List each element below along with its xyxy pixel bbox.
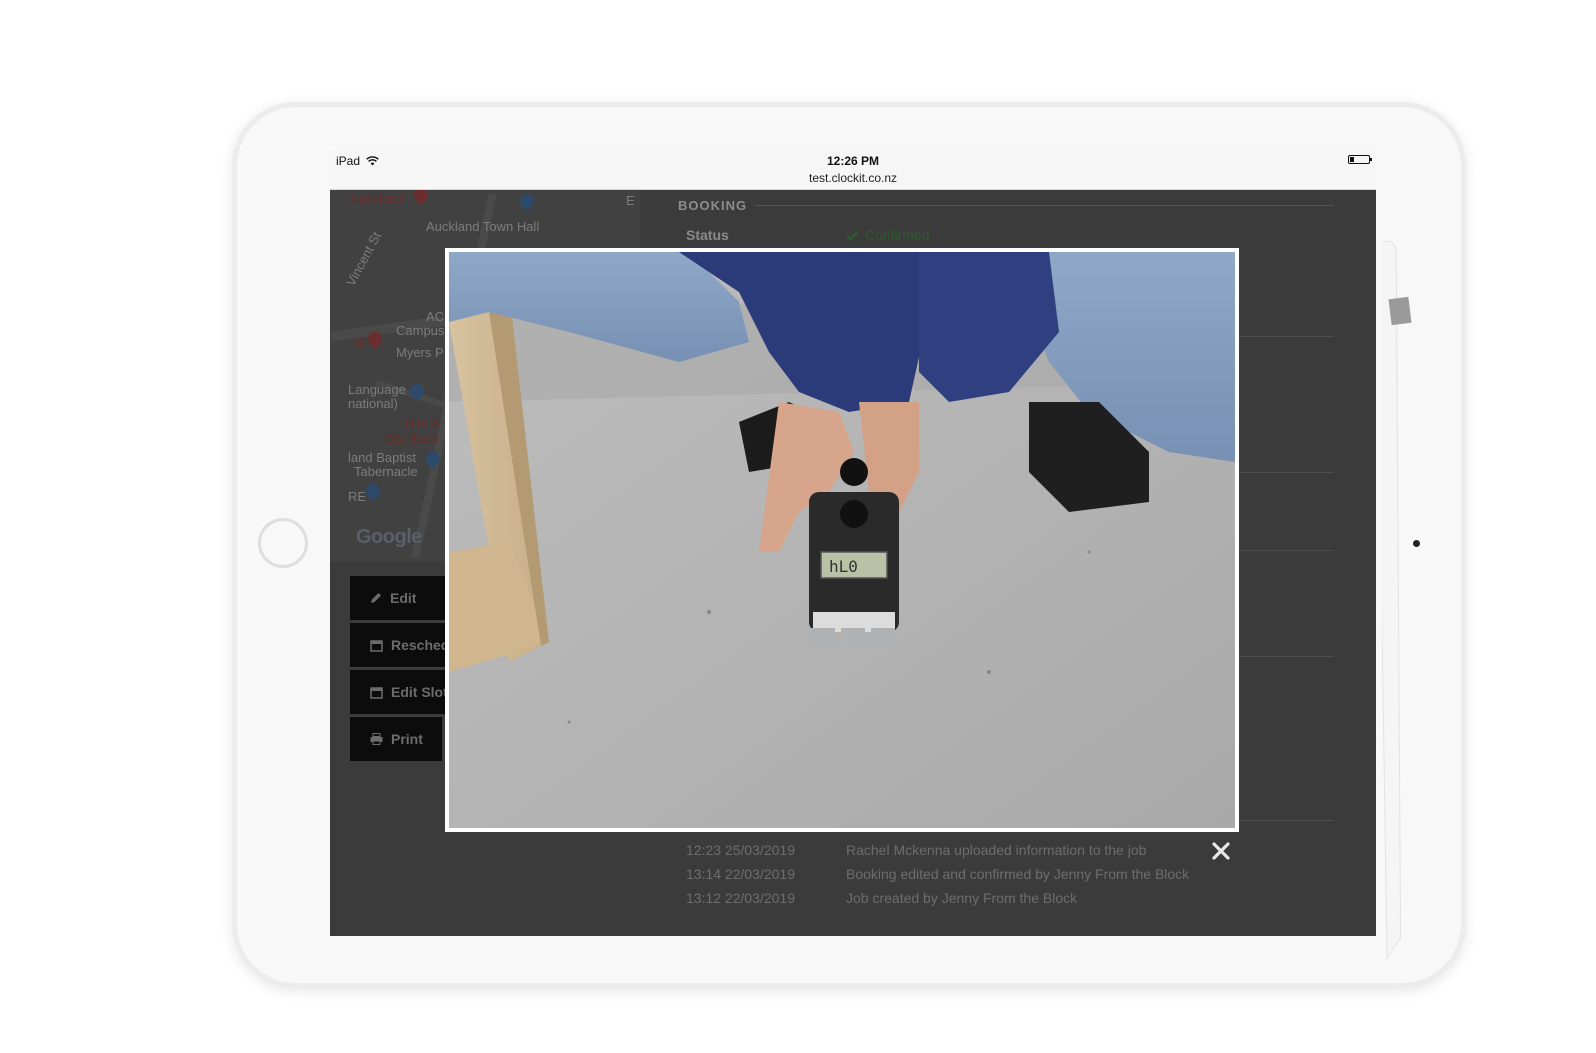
map-label-national: national): [348, 396, 398, 411]
map-label-myers: Myers P: [396, 345, 444, 360]
map-label-nd: nd: [350, 335, 365, 350]
map-label-city-back: City Back: [384, 431, 439, 446]
map-label-vincent: Vincent St: [343, 229, 385, 289]
close-icon[interactable]: [1210, 840, 1232, 862]
map-label-auckland: Auckland: [350, 191, 404, 206]
lightbox-photo: hL0: [449, 252, 1235, 828]
calendar-icon: [370, 686, 383, 699]
calendar-icon: [370, 639, 383, 652]
status-label: Status: [686, 227, 729, 243]
check-icon: [846, 230, 859, 241]
map-label-town-hall: Auckland Town Hall: [426, 219, 540, 234]
print-button-label: Print: [391, 731, 423, 747]
printer-icon: [370, 733, 383, 745]
url-bar[interactable]: test.clockit.co.nz: [330, 171, 1376, 185]
status-bar: iPad 12:26 PM test.clockit.co.nz: [330, 150, 1376, 190]
map-label-yha: YHA A: [402, 416, 440, 431]
edit-button[interactable]: Edit: [350, 576, 436, 620]
log-message: Rachel Mckenna uploaded information to t…: [846, 842, 1147, 858]
map-pin-icon: [411, 190, 431, 205]
map-label-ac: AC: [426, 309, 445, 324]
section-divider: [755, 205, 1334, 206]
status-value-text: Confirmed: [865, 227, 930, 243]
log-message: Job created by Jenny From the Block: [846, 890, 1078, 906]
map-label-e: E: [626, 193, 635, 208]
print-button[interactable]: Print: [350, 717, 442, 761]
map-pin-icon: [363, 481, 383, 501]
image-lightbox[interactable]: hL0: [445, 248, 1239, 832]
reschedule-button-label: Resched: [391, 637, 450, 653]
map-label-baptist: land Baptist: [348, 450, 416, 465]
map-label-re: RE: [348, 489, 367, 504]
log-time: 12:23 25/03/2019: [686, 842, 795, 858]
status-value: Confirmed: [846, 227, 930, 243]
booking-section-title: BOOKING: [678, 198, 1334, 213]
reschedule-button[interactable]: Resched: [350, 623, 450, 667]
google-logo: Google: [356, 526, 422, 548]
map-label-language: Language: [348, 382, 406, 397]
pencil-icon: [371, 593, 381, 603]
log-time: 13:12 22/03/2019: [686, 890, 795, 906]
edit-slots-button-label: Edit Slot: [391, 684, 448, 700]
clock: 12:26 PM: [826, 154, 880, 168]
apple-pencil: [1382, 240, 1412, 960]
home-button[interactable]: [258, 518, 308, 568]
edit-slots-button[interactable]: Edit Slot: [350, 670, 450, 714]
log-time: 13:14 22/03/2019: [686, 866, 795, 882]
edit-button-label: Edit: [390, 590, 417, 606]
map-label-campus: Campus: [396, 323, 445, 338]
map-pin-icon: [517, 191, 537, 211]
ipad-screen: iPad 12:26 PM test.clockit.co.nz Aucklan…: [330, 150, 1376, 936]
battery-icon: [1348, 155, 1372, 164]
booking-title-text: BOOKING: [678, 198, 748, 213]
map-label-tabernacle: Tabernacle: [354, 464, 418, 479]
svg-text:hL0: hL0: [829, 557, 858, 576]
log-message: Booking edited and confirmed by Jenny Fr…: [846, 866, 1190, 882]
